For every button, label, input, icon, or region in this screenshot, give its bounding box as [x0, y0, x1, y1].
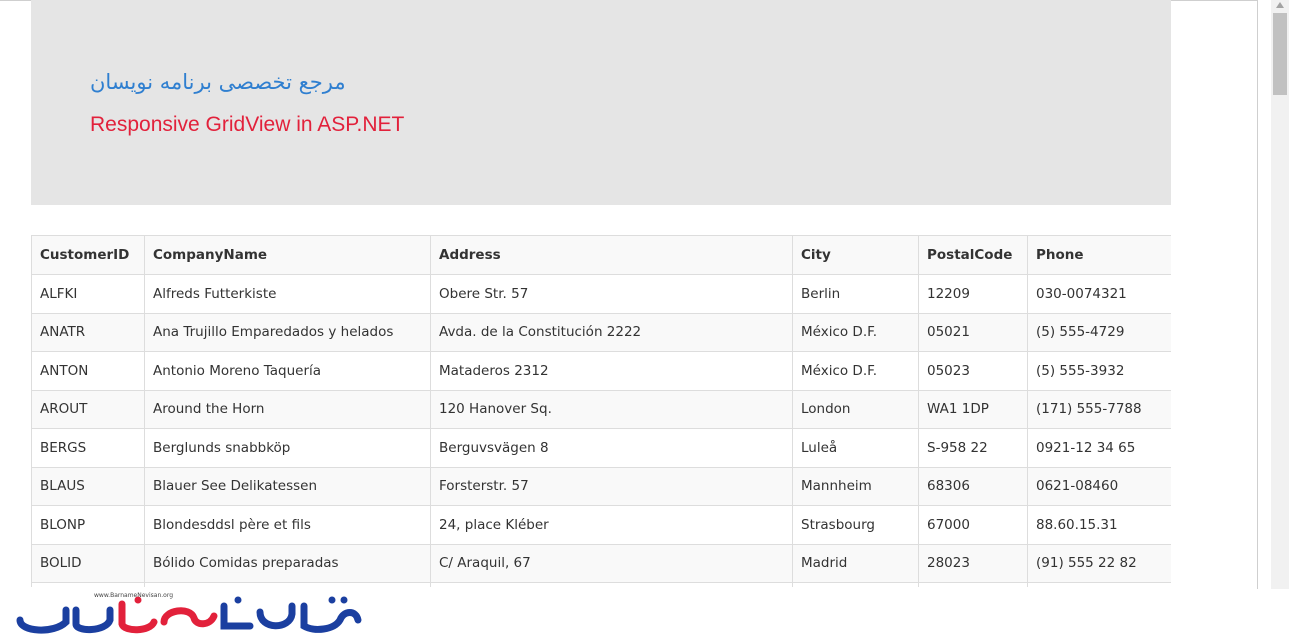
cell-postalcode: 68306: [918, 466, 1028, 506]
cell-customerid: ALFKI: [31, 274, 145, 314]
page-border: [1257, 0, 1258, 589]
table-row: BERGS Berglunds snabbköp Berguvsvägen 8 …: [31, 428, 1171, 468]
cell-phone: [1027, 582, 1171, 587]
cell-postalcode: 05021: [918, 312, 1028, 352]
cell-phone: (171) 555-7788: [1027, 389, 1171, 429]
table-header-row: CustomerID CompanyName Address City Post…: [31, 235, 1171, 275]
cell-postalcode: WA1 1DP: [918, 389, 1028, 429]
cell-postalcode: S-958 22: [918, 428, 1028, 468]
cell-city: México D.F.: [792, 312, 919, 352]
cell-address: 120 Hanover Sq.: [430, 389, 793, 429]
cell-address: [430, 582, 793, 587]
cell-postalcode: 28023: [918, 543, 1028, 583]
cell-city: Strasbourg: [792, 505, 919, 545]
table-row: BOLID Bólido Comidas preparadas C/ Araqu…: [31, 543, 1171, 583]
column-header-phone: Phone: [1027, 235, 1171, 275]
cell-customerid: BERGS: [31, 428, 145, 468]
cell-customerid: ANATR: [31, 312, 145, 352]
column-header-city: City: [792, 235, 919, 275]
logo-mark-icon: [16, 596, 362, 634]
cell-city: Berlin: [792, 274, 919, 314]
table-row: ANTON Antonio Moreno Taquería Mataderos …: [31, 351, 1171, 391]
cell-address: 24, place Kléber: [430, 505, 793, 545]
cell-city: México D.F.: [792, 351, 919, 391]
cell-customerid: AROUT: [31, 389, 145, 429]
cell-address: Mataderos 2312: [430, 351, 793, 391]
cell-city: Luleå: [792, 428, 919, 468]
cell-address: Obere Str. 57: [430, 274, 793, 314]
cell-address: Forsterstr. 57: [430, 466, 793, 506]
cell-phone: (5) 555-3932: [1027, 351, 1171, 391]
table-row: ANATR Ana Trujillo Emparedados y helados…: [31, 312, 1171, 352]
cell-postalcode: 67000: [918, 505, 1028, 545]
logo-url-text: www.BarnameNevisan.org: [94, 592, 173, 599]
column-header-postalcode: PostalCode: [918, 235, 1028, 275]
page-subtitle: Responsive GridView in ASP.NET: [90, 113, 405, 136]
cell-phone: 0621-08460: [1027, 466, 1171, 506]
barnamenevisan-logo: www.BarnameNevisan.org: [14, 592, 364, 638]
cell-companyname: Antonio Moreno Taquería: [144, 351, 431, 391]
cell-companyname: Blondesddsl père et fils: [144, 505, 431, 545]
cell-postalcode: 12209: [918, 274, 1028, 314]
cell-companyname: Blauer See Delikatessen: [144, 466, 431, 506]
cell-companyname: Alfreds Futterkiste: [144, 274, 431, 314]
cell-postalcode: [918, 582, 1028, 587]
cell-customerid: BLONP: [31, 505, 145, 545]
column-header-address: Address: [430, 235, 793, 275]
cell-customerid: BLAUS: [31, 466, 145, 506]
cell-city: London: [792, 389, 919, 429]
scroll-up-arrow-icon[interactable]: [1276, 2, 1284, 8]
cell-address: Avda. de la Constitución 2222: [430, 312, 793, 352]
cell-customerid: [31, 582, 145, 587]
customers-gridview: CustomerID CompanyName Address City Post…: [31, 235, 1171, 587]
cell-customerid: ANTON: [31, 351, 145, 391]
cell-companyname: Around the Horn: [144, 389, 431, 429]
cell-companyname: Ana Trujillo Emparedados y helados: [144, 312, 431, 352]
table-row: BLAUS Blauer See Delikatessen Forsterstr…: [31, 466, 1171, 506]
column-header-companyname: CompanyName: [144, 235, 431, 275]
scrollbar-thumb[interactable]: [1273, 13, 1287, 95]
cell-phone: (5) 555-4729: [1027, 312, 1171, 352]
cell-phone: 030-0074321: [1027, 274, 1171, 314]
table-row: BLONP Blondesddsl père et fils 24, place…: [31, 505, 1171, 545]
column-header-customerid: CustomerID: [31, 235, 145, 275]
cell-postalcode: 05023: [918, 351, 1028, 391]
cell-companyname: [144, 582, 431, 587]
cell-phone: 88.60.15.31: [1027, 505, 1171, 545]
cell-customerid: BOLID: [31, 543, 145, 583]
cell-companyname: Berglunds snabbköp: [144, 428, 431, 468]
cell-phone: 0921-12 34 65: [1027, 428, 1171, 468]
cell-city: Madrid: [792, 543, 919, 583]
customers-table: CustomerID CompanyName Address City Post…: [31, 235, 1171, 587]
cell-companyname: Bólido Comidas preparadas: [144, 543, 431, 583]
table-row: ALFKI Alfreds Futterkiste Obere Str. 57 …: [31, 274, 1171, 314]
cell-phone: (91) 555 22 82: [1027, 543, 1171, 583]
cell-address: C/ Araquil, 67: [430, 543, 793, 583]
cell-address: Berguvsvägen 8: [430, 428, 793, 468]
header-jumbotron: [31, 0, 1171, 205]
vertical-scrollbar[interactable]: [1271, 0, 1289, 589]
cell-city: Mannheim: [792, 466, 919, 506]
table-row: [31, 582, 1171, 587]
table-row: AROUT Around the Horn 120 Hanover Sq. Lo…: [31, 389, 1171, 429]
site-title: مرجع تخصصی برنامه نویسان: [90, 70, 346, 94]
cell-city: [792, 582, 919, 587]
